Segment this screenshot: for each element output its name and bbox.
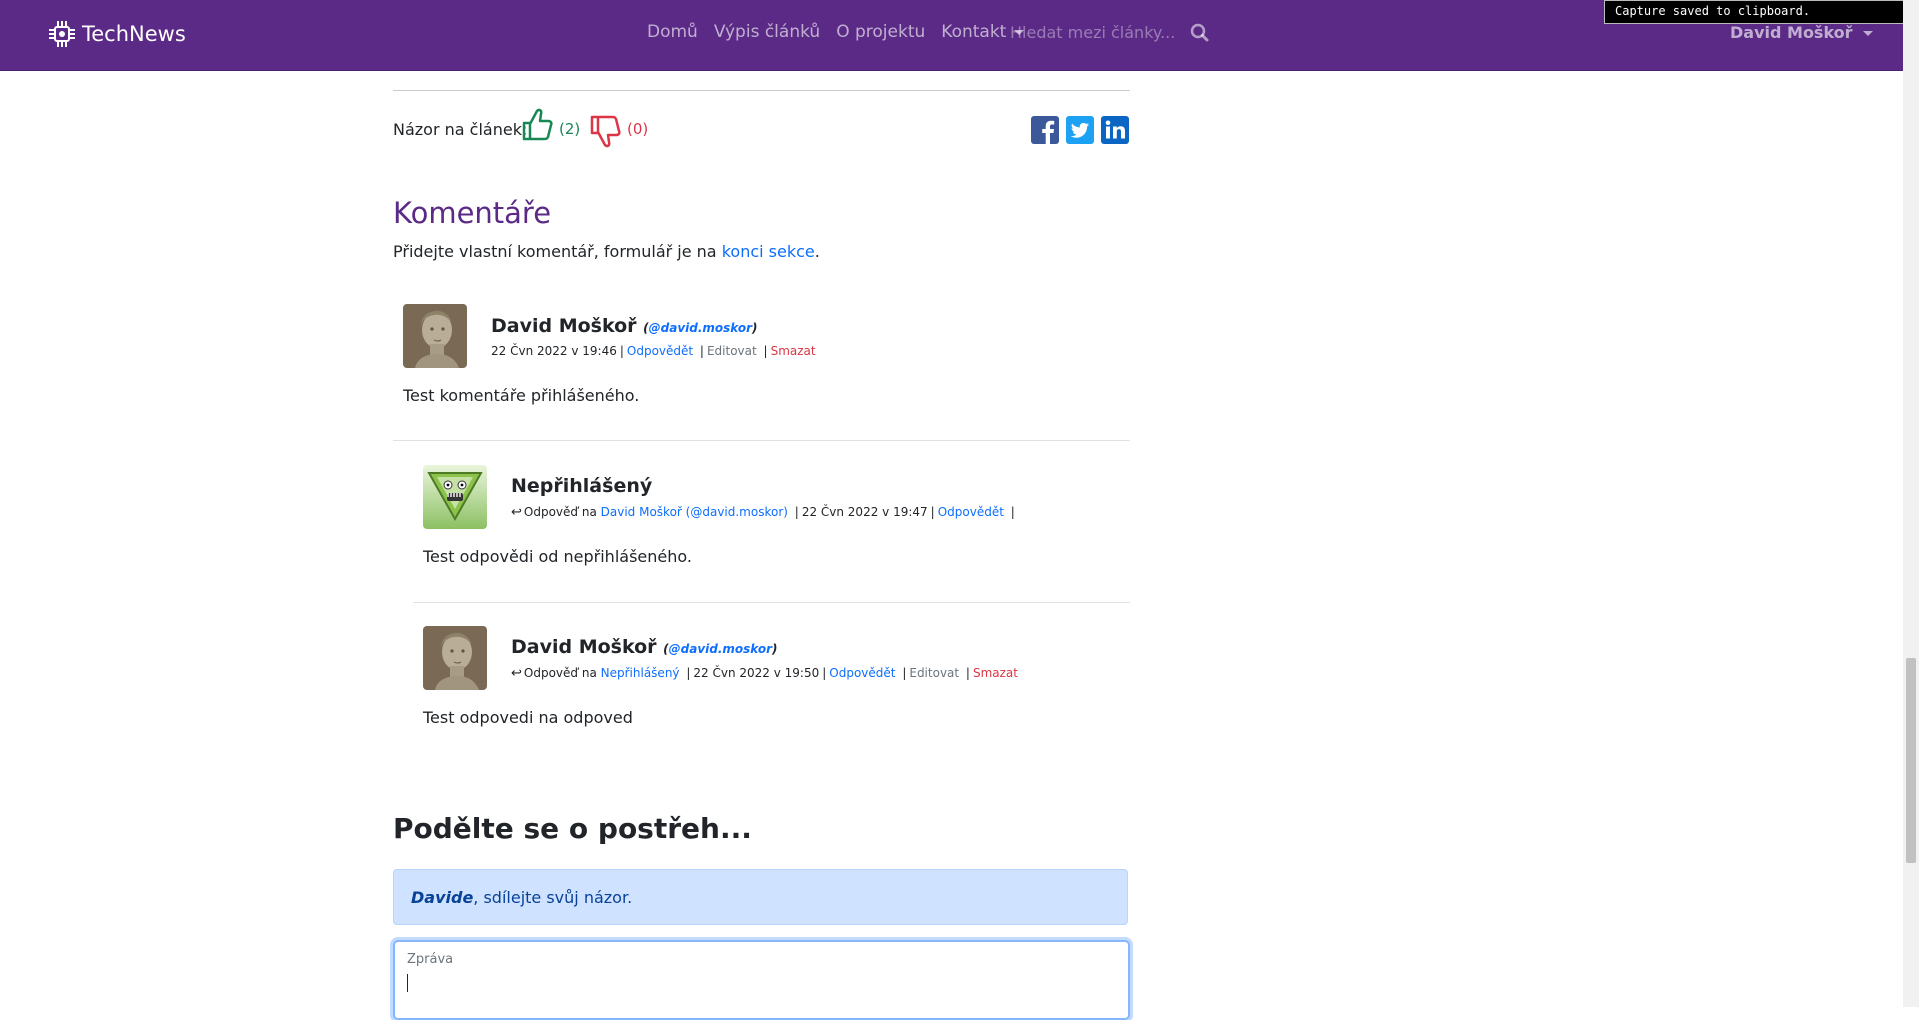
alert-user-name: Davide [411, 888, 474, 907]
brand-name: TechNews [82, 22, 186, 46]
facebook-icon[interactable] [1031, 116, 1059, 144]
nav-home[interactable]: Domů [647, 22, 698, 42]
thumbs-down-icon[interactable] [589, 113, 621, 149]
comment-author: Nepřihlášený [511, 475, 652, 497]
comment-divider [413, 602, 1130, 603]
alert-text: , sdílejte svůj názor. [473, 888, 633, 907]
divider [393, 90, 1130, 91]
author-profile-link[interactable]: @david.moskor [649, 321, 752, 335]
avatar [423, 626, 487, 690]
page-scrollbar[interactable] [1903, 0, 1919, 1007]
comment-text: Test odpovědi od nepřihlášeného. [423, 547, 692, 566]
search-icon [1190, 23, 1209, 42]
scrollbar-thumb[interactable] [1906, 658, 1916, 863]
comments-intro-text: Přidejte vlastní komentář, formulář je n… [393, 242, 717, 261]
text-cursor [407, 974, 408, 992]
reply-to-link[interactable]: David Moškoř (@david.moskor) [601, 505, 788, 519]
delete-link[interactable]: Smazat [973, 666, 1018, 680]
comment-author-name: David Moškoř [511, 636, 657, 658]
like-count: (2) [559, 120, 581, 138]
comments-intro: Přidejte vlastní komentář, formulář je n… [393, 242, 820, 261]
comment-form-heading: Podělte se o postřeh... [393, 812, 752, 845]
nav-about[interactable]: O projektu [836, 22, 925, 42]
comment-meta: ↩ Odpověď na Nepřihlášený | 22 Čvn 2022 v … [511, 666, 1018, 681]
search-button[interactable] [1187, 20, 1213, 46]
user-menu-dropdown[interactable]: David Moškoř [1730, 23, 1873, 42]
reply-link[interactable]: Odpovědět [627, 344, 693, 358]
jump-to-form-link[interactable]: konci sekce [722, 242, 815, 261]
david-statue-avatar-icon [423, 626, 487, 690]
comment-date: 22 Čvn 2022 v 19:47 [801, 505, 928, 519]
message-textarea[interactable]: Zpráva [393, 940, 1130, 1020]
reply-link[interactable]: Odpovědět [938, 505, 1004, 519]
thumbs-up-icon[interactable] [521, 107, 553, 143]
chip-logo-icon [49, 21, 75, 47]
comment-date: 22 Čvn 2022 v 19:50 [693, 666, 820, 680]
linkedin-icon[interactable] [1101, 116, 1129, 144]
caret-down-icon [1862, 31, 1873, 36]
opinion-label: Názor na článek: [393, 120, 528, 139]
comment-text: Test odpovedi na odpoved [423, 708, 633, 727]
reply-link[interactable]: Odpovědět [829, 666, 895, 680]
nav-articles[interactable]: Výpis článků [714, 22, 820, 42]
comment-text: Test komentáře přihlášeného. [403, 386, 640, 405]
author-profile-link[interactable]: @david.moskor [669, 642, 772, 656]
reply-arrow-icon: ↩ [511, 505, 522, 520]
message-label: Zpráva [407, 952, 454, 967]
avatar [403, 304, 467, 368]
comment-author-handle: (@david.moskor) [643, 321, 758, 335]
comment-author: David Moškoř (@david.moskor) [491, 315, 758, 337]
comment-author: David Moškoř (@david.moskor) [511, 636, 778, 658]
reply-arrow-icon: ↩ [511, 666, 522, 681]
anonymous-monster-avatar-icon [423, 465, 487, 529]
comments-intro-end: . [814, 242, 820, 261]
capture-toast: Capture saved to clipboard. [1604, 0, 1906, 24]
comment-author-name: Nepřihlášený [511, 475, 653, 497]
greeting-alert: Davide, sdílejte svůj názor. [393, 869, 1128, 925]
delete-link[interactable]: Smazat [771, 344, 816, 358]
brand-link[interactable]: TechNews [46, 18, 186, 50]
user-name: David Moškoř [1730, 23, 1853, 42]
reply-to-link[interactable]: Nepřihlášený [601, 666, 680, 680]
comment-author-handle: (@david.moskor) [663, 642, 778, 656]
twitter-icon[interactable] [1066, 116, 1094, 144]
comment-divider [393, 440, 1130, 441]
comment-meta: 22 Čvn 2022 v 19:46 | Odpovědět | Editovat … [491, 344, 816, 358]
comment-date: 22 Čvn 2022 v 19:46 [491, 344, 617, 358]
main-nav: Domů Výpis článků O projektu Kontakt [647, 22, 1040, 42]
edit-link[interactable]: Editovat [707, 344, 757, 358]
reply-to-label: Odpověď na [523, 666, 597, 680]
dislike-count: (0) [627, 120, 649, 138]
comments-title: Komentáře [393, 196, 552, 230]
reply-to-label: Odpověď na [523, 505, 597, 519]
david-statue-avatar-icon [403, 304, 467, 368]
avatar [423, 465, 487, 529]
comment-meta: ↩ Odpověď na David Moškoř (@david.moskor)… [511, 505, 1015, 520]
edit-link[interactable]: Editovat [909, 666, 959, 680]
comment-author-name: David Moškoř [491, 315, 637, 337]
